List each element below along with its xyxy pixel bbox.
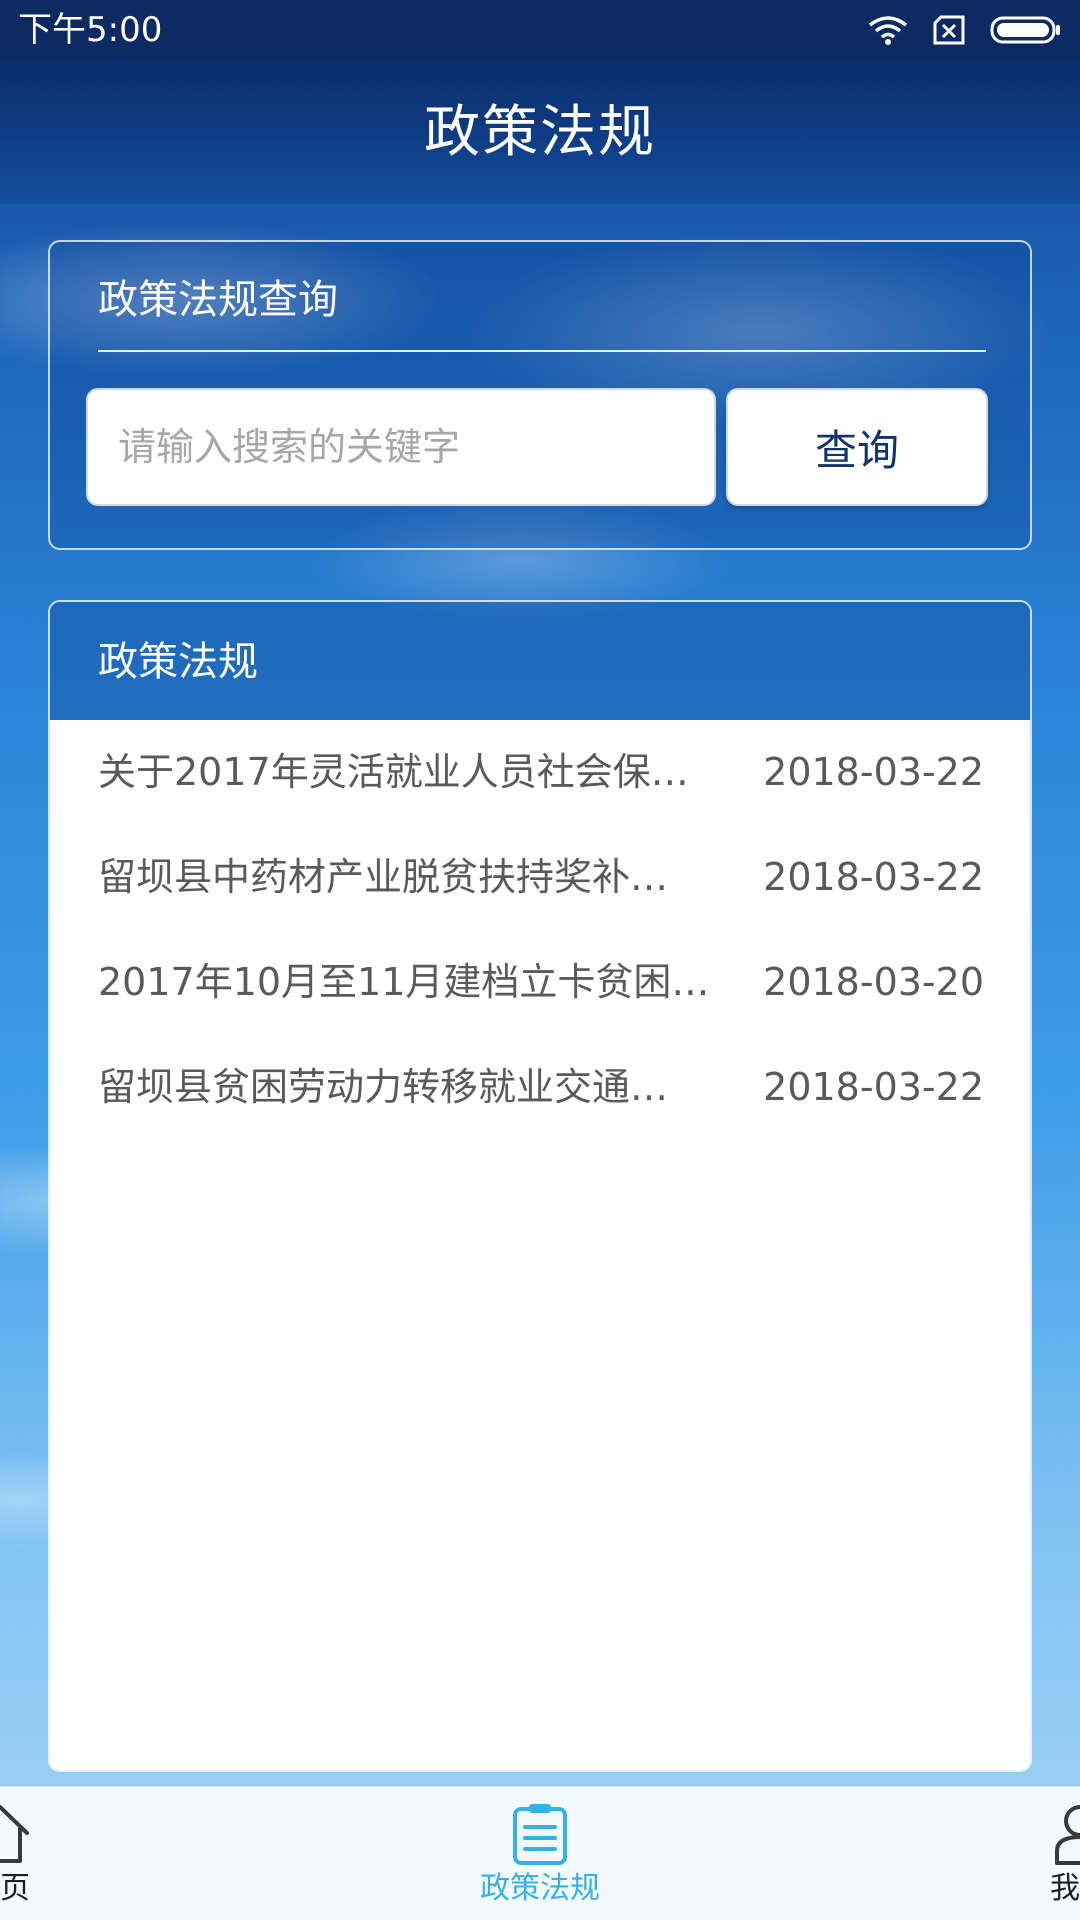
search-input[interactable] <box>86 388 716 506</box>
title-bar: 政策法规 <box>0 60 1080 204</box>
list-item[interactable]: 2017年10月至11月建档立卡贫困… 2018-03-20 <box>50 930 1030 1035</box>
nav-label-mine: 我的 <box>1050 1871 1080 1906</box>
policy-date: 2018-03-22 <box>763 855 984 899</box>
policy-title: 留坝县中药材产业脱贫扶持奖补… <box>98 855 669 899</box>
policy-list-header: 政策法规 <box>50 602 1030 720</box>
bottom-nav: 首页 政策法规 我的 <box>0 1786 1080 1920</box>
battery-icon <box>990 15 1062 45</box>
policy-date: 2018-03-22 <box>763 750 984 794</box>
policy-list-title: 政策法规 <box>98 639 258 685</box>
policy-date: 2018-03-20 <box>763 960 984 1004</box>
search-card-title: 政策法规查询 <box>98 277 338 323</box>
search-button[interactable]: 查询 <box>726 388 988 506</box>
policy-list: 关于2017年灵活就业人员社会保… 2018-03-22 留坝县中药材产业脱贫扶… <box>50 720 1030 1770</box>
nav-label-policy: 政策法规 <box>480 1871 600 1906</box>
policy-list-card: 政策法规 关于2017年灵活就业人员社会保… 2018-03-22 留坝县中药材… <box>48 600 1032 1772</box>
document-icon <box>360 1801 720 1867</box>
wifi-icon <box>868 15 908 45</box>
home-icon <box>0 1801 180 1867</box>
policy-title: 留坝县贫困劳动力转移就业交通… <box>98 1065 669 1109</box>
nav-label-home: 首页 <box>0 1871 30 1906</box>
sim-x-icon <box>932 15 966 45</box>
list-item[interactable]: 留坝县贫困劳动力转移就业交通… 2018-03-22 <box>50 1035 1030 1140</box>
status-time: 下午5:00 <box>18 10 163 50</box>
page-title: 政策法规 <box>424 100 656 165</box>
nav-item-home[interactable]: 首页 <box>0 1787 360 1920</box>
status-icons <box>868 12 1062 48</box>
policy-title: 关于2017年灵活就业人员社会保… <box>98 750 689 794</box>
divider <box>98 350 986 352</box>
policy-title: 2017年10月至11月建档立卡贫困… <box>98 960 710 1004</box>
user-icon <box>900 1801 1080 1867</box>
policy-date: 2018-03-22 <box>763 1065 984 1109</box>
list-item[interactable]: 留坝县中药材产业脱贫扶持奖补… 2018-03-22 <box>50 825 1030 930</box>
search-card: 政策法规查询 查询 <box>48 240 1032 550</box>
list-item[interactable]: 关于2017年灵活就业人员社会保… 2018-03-22 <box>50 720 1030 825</box>
status-bar: 下午5:00 <box>0 0 1080 60</box>
nav-item-mine[interactable]: 我的 <box>720 1787 1080 1920</box>
nav-item-policy[interactable]: 政策法规 <box>360 1787 720 1920</box>
